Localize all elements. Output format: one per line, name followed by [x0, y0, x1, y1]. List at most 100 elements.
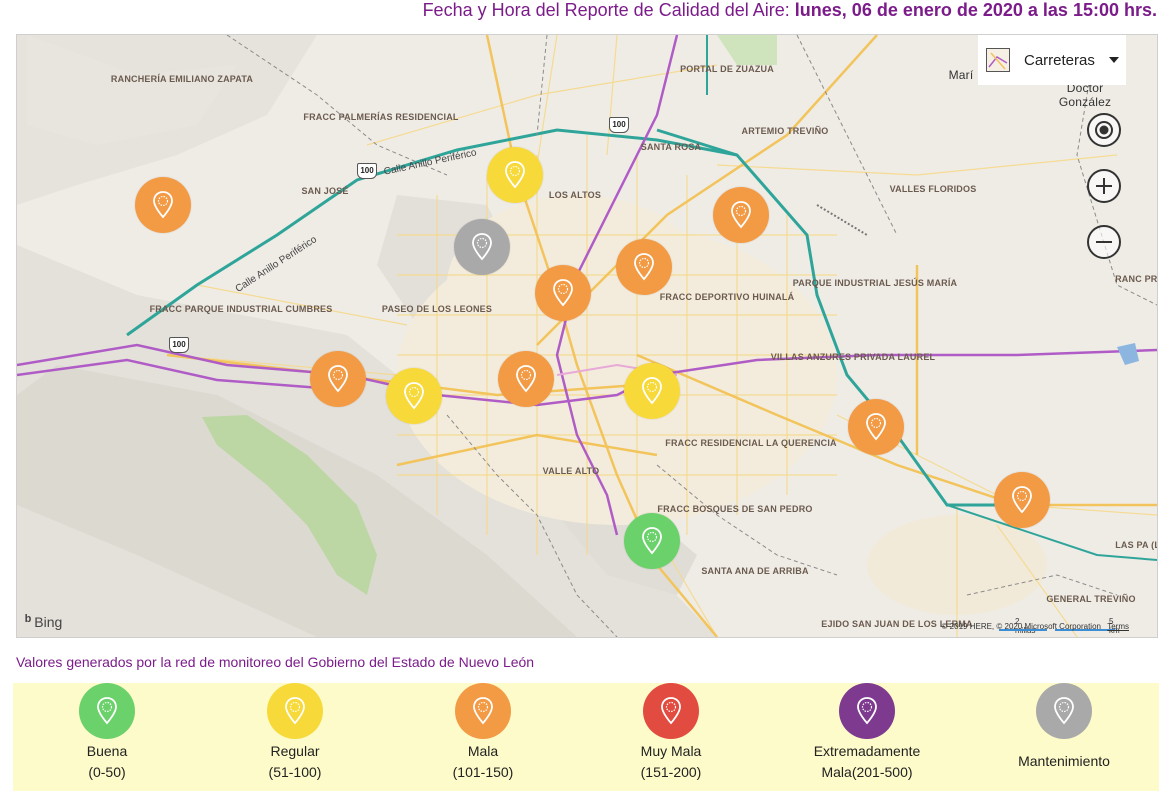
place-label: LOS ALTOS — [548, 190, 602, 200]
legend-label: Buena — [86, 743, 128, 759]
report-header: Fecha y Hora del Reporte de Calidad del … — [423, 0, 1157, 24]
place-label: PASEO DE LOS LEONES — [381, 304, 493, 314]
location-pin-icon — [97, 697, 117, 725]
legend-pin-icon — [455, 683, 511, 739]
legend-pin-icon — [643, 683, 699, 739]
highway-shield: 100 — [169, 337, 189, 353]
place-label: FRACC BOSQUES DE SAN PEDRO — [657, 504, 813, 514]
legend-range: (51-100) — [268, 764, 322, 780]
location-pin-icon — [505, 161, 525, 189]
highway-shield: 100 — [609, 117, 629, 133]
place-label: SAN JOSÉ — [301, 186, 349, 196]
legend-pin-icon — [1036, 683, 1092, 739]
place-label: VALLES FLORIDOS — [889, 184, 977, 194]
location-pin-icon — [634, 253, 654, 281]
place-label: GENERAL TREVIÑO — [1046, 594, 1136, 604]
legend-label: Mantenimiento — [1018, 753, 1110, 769]
bing-label: Bing — [34, 614, 63, 630]
place-label: LAS PA (LA F — [1115, 540, 1157, 550]
legend-item-mantenimiento: Mantenimiento — [974, 683, 1154, 772]
terms-link[interactable]: Terms — [1107, 622, 1129, 631]
place-label: VALLE ALTO — [542, 466, 600, 476]
location-pin-icon — [642, 527, 662, 555]
legend-range: (0-50) — [88, 764, 126, 780]
place-label: PORTAL DE ZUAZUA — [680, 64, 774, 74]
minus-icon — [1096, 241, 1112, 243]
station-marker[interactable] — [713, 187, 769, 243]
location-pin-icon — [328, 365, 348, 393]
station-marker[interactable] — [498, 351, 554, 407]
map-type-label: Carreteras — [1024, 51, 1095, 69]
map-type-selector[interactable]: Carreteras — [978, 35, 1126, 85]
legend-item-regular: Regular (51-100) — [205, 683, 385, 783]
station-marker[interactable] — [616, 239, 672, 295]
bing-logo[interactable]: ᵇ Bing — [25, 613, 62, 631]
report-datetime: lunes, 06 de enero de 2020 a las 15:00 h… — [794, 0, 1157, 20]
place-label: RANC PROV — [1115, 274, 1158, 284]
location-pin-icon — [866, 413, 886, 441]
location-pin-icon — [153, 191, 173, 219]
location-pin-icon — [472, 233, 492, 261]
place-label: VILLAS ANZURES PRIVADA LAUREL — [770, 352, 936, 362]
location-pin-icon — [404, 382, 424, 410]
highway-shield: 100 — [357, 163, 377, 179]
zoom-in-button[interactable] — [1087, 169, 1121, 203]
place-label: FRACC PARQUE INDUSTRIAL CUMBRES — [149, 304, 333, 314]
chevron-down-icon — [1108, 57, 1119, 63]
bing-icon: ᵇ — [25, 613, 32, 630]
zoom-out-button[interactable] — [1087, 225, 1121, 259]
location-pin-icon — [553, 279, 573, 307]
place-label: RANCHERÍA EMILIANO ZAPATA — [110, 74, 254, 84]
station-marker[interactable] — [848, 399, 904, 455]
place-label: SANTA ROSA — [640, 142, 702, 152]
legend-range: (101-150) — [452, 764, 514, 780]
place-label: Doctor González — [1058, 81, 1112, 109]
locate-me-button[interactable] — [1087, 113, 1121, 147]
location-pin-icon — [1054, 697, 1074, 725]
map-copyright: © 2019 HERE, © 2020 Microsoft Corporatio… — [942, 622, 1129, 631]
place-label: FRACC PALMERÍAS RESIDENCIAL — [303, 112, 459, 122]
legend-pin-icon — [839, 683, 895, 739]
road-map-icon — [986, 48, 1010, 72]
legend-range: (151-200) — [640, 764, 702, 780]
legend-label: Extremadamente — [813, 743, 921, 759]
locate-icon — [1095, 121, 1113, 139]
location-pin-icon — [285, 697, 305, 725]
station-marker[interactable] — [994, 472, 1050, 528]
location-pin-icon — [661, 697, 681, 725]
legend-pin-icon — [79, 683, 135, 739]
copyright-text: © 2019 HERE, © 2020 Microsoft Corporatio… — [941, 622, 1101, 631]
place-label: SANTA ANA DE ARRIBA — [701, 566, 809, 576]
report-header-prefix: Fecha y Hora del Reporte de Calidad del … — [422, 0, 790, 20]
location-pin-icon — [516, 365, 536, 393]
place-label: Marí — [948, 68, 974, 82]
place-label: ARTEMIO TREVIÑO — [741, 126, 829, 136]
station-marker[interactable] — [310, 351, 366, 407]
station-marker[interactable] — [386, 368, 442, 424]
location-pin-icon — [1012, 486, 1032, 514]
station-marker[interactable] — [535, 265, 591, 321]
station-marker[interactable] — [135, 177, 191, 233]
station-marker[interactable] — [487, 147, 543, 203]
place-label: FRACC RESIDENCIAL LA QUERENCIA — [665, 438, 837, 448]
station-marker[interactable] — [624, 513, 680, 569]
legend-item-mala: Mala (101-150) — [393, 683, 573, 783]
legend-item-muy-mala: Muy Mala (151-200) — [581, 683, 761, 783]
place-label: FRACC DEPORTIVO HUINALÁ — [659, 292, 795, 302]
legend-label: Regular — [270, 743, 320, 759]
legend-pin-icon — [267, 683, 323, 739]
legend-item-extremadamente-mala: Extremadamente Mala(201-500) — [777, 683, 957, 783]
location-pin-icon — [642, 377, 662, 405]
legend-item-buena: Buena (0-50) — [17, 683, 197, 783]
location-pin-icon — [473, 697, 493, 725]
air-quality-map[interactable]: RANCHERÍA EMILIANO ZAPATA PORTAL DE ZUAZ… — [16, 34, 1158, 638]
legend-range: Mala(201-500) — [821, 764, 913, 780]
plus-icon — [1096, 178, 1112, 194]
legend-label: Mala — [467, 743, 499, 759]
air-quality-legend: Buena (0-50) Regular (51-100) Mala (101-150… — [13, 683, 1159, 791]
location-pin-icon — [857, 697, 877, 725]
station-marker[interactable] — [454, 219, 510, 275]
location-pin-icon — [731, 201, 751, 229]
data-source-note: Valores generados por la red de monitore… — [16, 654, 535, 670]
station-marker[interactable] — [624, 363, 680, 419]
